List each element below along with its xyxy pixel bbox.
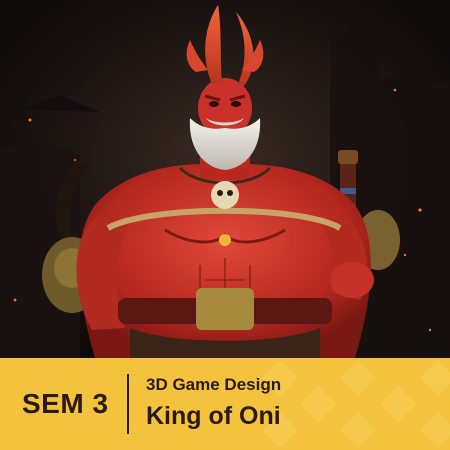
banner-divider	[127, 374, 129, 434]
course-name: 3D Game Design	[146, 375, 282, 394]
oni-king-artwork	[0, 0, 450, 358]
course-info-banner: SEM 3 3D Game Design King of Oni	[0, 358, 450, 450]
project-title: King of Oni	[146, 402, 281, 430]
course-card[interactable]: SEM 3 3D Game Design King of Oni	[0, 0, 450, 450]
semester-label: SEM 3	[22, 388, 109, 419]
